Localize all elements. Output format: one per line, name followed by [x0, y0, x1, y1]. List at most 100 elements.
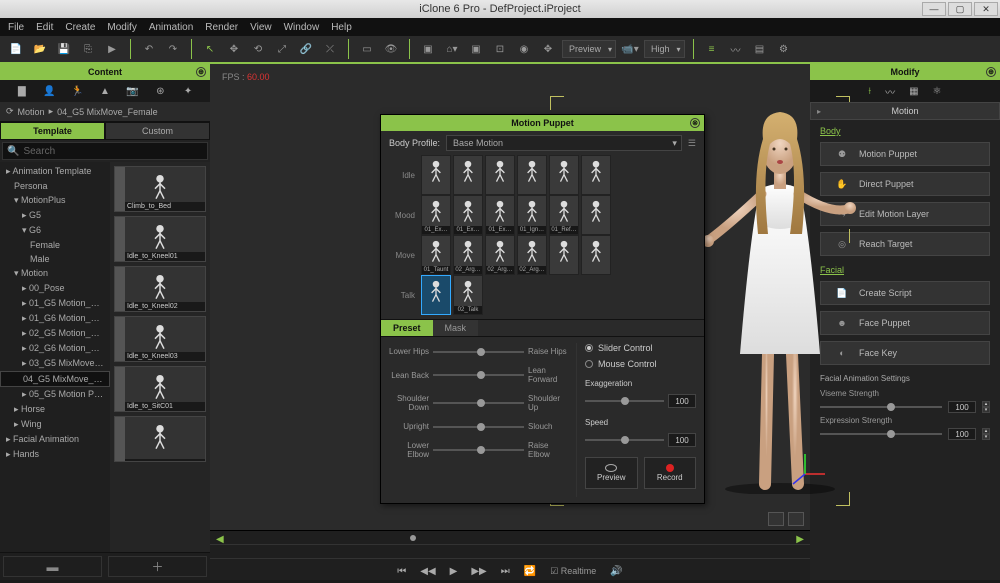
content-tree[interactable]: ▸ Animation TemplatePersona▾ MotionPlus▸… — [0, 162, 110, 552]
motion-cell[interactable] — [581, 155, 611, 195]
move-icon[interactable]: ✥ — [224, 39, 244, 59]
motion-cell[interactable] — [421, 275, 451, 315]
next-frame-icon[interactable]: ▶▶ — [471, 566, 486, 577]
pan-icon[interactable]: ✥ — [538, 39, 558, 59]
maximize-button[interactable]: ▢ — [948, 2, 972, 16]
anim-icon[interactable]: 〰 — [885, 84, 895, 99]
sheet-icon[interactable]: ▤ — [750, 39, 770, 59]
motion-cell[interactable] — [581, 235, 611, 275]
camera-tab-icon[interactable]: 📷 — [125, 83, 141, 99]
body-profile-select[interactable]: Base Motion — [446, 135, 682, 151]
motion-cell[interactable] — [485, 155, 515, 195]
add-button[interactable]: ＋ — [108, 556, 207, 577]
play-icon[interactable]: ▶ — [102, 39, 122, 59]
profile-menu-icon[interactable]: ☰ — [688, 138, 696, 149]
link-icon[interactable]: 🔗 — [296, 39, 316, 59]
motion-cell[interactable]: 02_Talk — [453, 275, 483, 315]
mouse-control-radio[interactable]: Mouse Control — [585, 359, 696, 369]
loop-icon[interactable]: 🔁 — [524, 566, 536, 577]
tab-template[interactable]: Template — [0, 122, 105, 140]
folder-icon[interactable]: ▇ — [14, 83, 30, 99]
home-icon[interactable]: ⌂▾ — [442, 39, 462, 59]
prev-frame-icon[interactable]: ◀◀ — [420, 566, 435, 577]
redo-icon[interactable]: ↷ — [163, 39, 183, 59]
search-input[interactable]: 🔍 Search — [2, 142, 208, 160]
motion-cell[interactable]: 01_Ex… — [453, 195, 483, 235]
tree-item[interactable]: ▸ G5 — [0, 208, 110, 223]
unlink-icon[interactable]: ⤫ — [320, 39, 340, 59]
tree-item[interactable]: ▸ Wing — [0, 417, 110, 432]
body-slider[interactable]: Lower HipsRaise Hips — [389, 347, 572, 356]
motion-cell[interactable]: 01_Ex… — [485, 195, 515, 235]
media-icon[interactable]: ⊛ — [152, 83, 168, 99]
exaggeration-slider[interactable]: 100 — [585, 394, 696, 408]
tree-item[interactable]: ▸ 02_G5 Motion_Gwy… — [0, 326, 110, 341]
menu-modify[interactable]: Modify — [107, 22, 136, 33]
tree-item[interactable]: ▸ Animation Template — [0, 164, 110, 179]
mask-tab[interactable]: Mask — [433, 320, 479, 336]
preview-dropdown[interactable]: Preview — [562, 40, 616, 58]
tree-item[interactable]: ▸ 05_G5 Motion Puppet — [0, 387, 110, 402]
puppet-panel-header[interactable]: Motion Puppet ⊗ — [381, 115, 704, 131]
tree-item[interactable]: ▸ 03_G5 MixMove_Male — [0, 356, 110, 371]
motion-cell[interactable] — [421, 155, 451, 195]
motion-thumb[interactable]: Idle_to_Kneel03 — [114, 316, 206, 362]
prop-icon[interactable]: ▲ — [97, 83, 113, 99]
tree-item[interactable]: ▸ 00_Pose — [0, 281, 110, 296]
motion-cell[interactable]: 02_Arg… — [453, 235, 483, 275]
preset-tab[interactable]: Preset — [381, 320, 433, 336]
menu-render[interactable]: Render — [205, 22, 238, 33]
camera-icon[interactable]: ▣ — [418, 39, 438, 59]
viewport-info-icon[interactable] — [768, 512, 784, 526]
puppet-preview-button[interactable]: Preview — [585, 457, 638, 489]
motion-cell[interactable]: 02_Arg… — [485, 235, 515, 275]
motion-thumb[interactable]: Idle_to_SitC01 — [114, 366, 206, 412]
export-icon[interactable]: ⎘ — [78, 39, 98, 59]
motion-cell[interactable]: 01_Taunt — [421, 235, 451, 275]
menu-view[interactable]: View — [250, 22, 272, 33]
motion-cell[interactable]: 01_Ref… — [549, 195, 579, 235]
tree-item[interactable]: ▸ 01_G6 Motion_Mas… — [0, 311, 110, 326]
menu-help[interactable]: Help — [331, 22, 352, 33]
tree-item[interactable]: Female — [0, 238, 110, 252]
body-slider[interactable]: Lean BackLean Forward — [389, 366, 572, 384]
texture-icon[interactable]: ▦ — [909, 86, 918, 97]
curve-icon[interactable]: 〰 — [726, 39, 746, 59]
motion-section[interactable]: Motion — [810, 102, 1000, 120]
body-slider[interactable]: UprightSlouch — [389, 422, 572, 431]
collapse-icon[interactable]: ⊕ — [196, 67, 206, 77]
menu-animation[interactable]: Animation — [149, 22, 193, 33]
rotate-icon[interactable]: ⟲ — [248, 39, 268, 59]
tree-item[interactable]: ▾ Motion — [0, 266, 110, 281]
menu-file[interactable]: File — [8, 22, 24, 33]
tree-item[interactable]: Male — [0, 252, 110, 266]
physics-icon[interactable]: ⚛ — [933, 86, 942, 97]
breadcrumb-0[interactable]: Motion — [18, 107, 45, 117]
skip-start-icon[interactable]: ⏮ — [397, 566, 406, 577]
tree-item[interactable]: ▾ MotionPlus — [0, 193, 110, 208]
motion-thumb[interactable]: Climb_to_Bed — [114, 166, 206, 212]
breadcrumb[interactable]: ⟳ Motion▸ 04_G5 MixMove_Female — [0, 102, 210, 122]
quality-dropdown[interactable]: High — [644, 40, 685, 58]
motion-cell[interactable] — [549, 235, 579, 275]
motion-thumb[interactable]: Idle_to_Kneel01 — [114, 216, 206, 262]
open-icon[interactable]: 📂 — [30, 39, 50, 59]
effect-icon[interactable]: ✦ — [180, 83, 196, 99]
tree-item[interactable]: Persona — [0, 179, 110, 193]
motion-cell[interactable]: 01_Ex… — [421, 195, 451, 235]
tree-item[interactable]: ▸ Horse — [0, 402, 110, 417]
play-button[interactable]: ▶ — [450, 566, 458, 577]
avatar-icon[interactable]: 👤 — [42, 83, 58, 99]
menu-window[interactable]: Window — [284, 22, 320, 33]
tree-item[interactable]: ▸ Hands — [0, 447, 110, 462]
frame-icon[interactable]: ▣ — [466, 39, 486, 59]
undo-icon[interactable]: ↶ — [139, 39, 159, 59]
timeline[interactable]: ◀▶ ⏮ ◀◀ ▶ ▶▶ ⏭ 🔁 ☑ Realtime 🔊 — [210, 530, 810, 580]
save-icon[interactable]: 💾 — [54, 39, 74, 59]
record-icon[interactable]: 📹▾ — [620, 39, 640, 59]
minimize-button[interactable]: — — [922, 2, 946, 16]
menu-edit[interactable]: Edit — [36, 22, 53, 33]
pack-button[interactable]: ▬ — [3, 556, 102, 577]
tree-item[interactable]: ▸ 02_G6 Motion_Heidi — [0, 341, 110, 356]
gear-icon[interactable]: ⚙ — [774, 39, 794, 59]
